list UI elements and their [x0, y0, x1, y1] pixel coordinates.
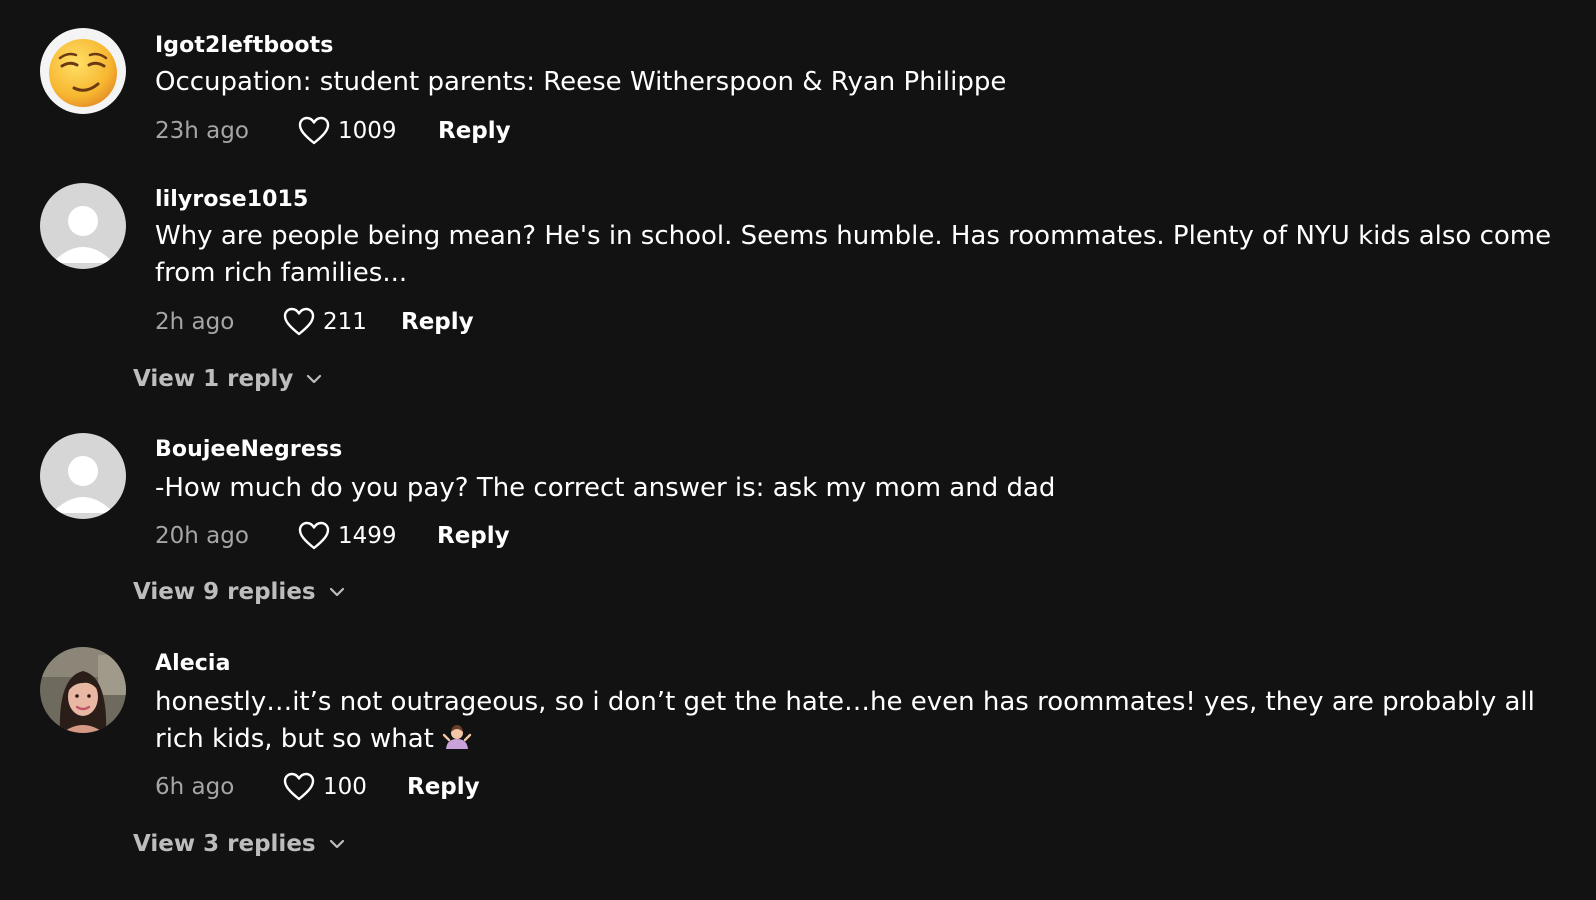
comment-text: Occupation: student parents: Reese Withe… — [155, 67, 1007, 97]
view-replies-button[interactable]: View 1 reply — [133, 366, 323, 392]
default-user-avatar[interactable] — [40, 183, 126, 269]
comment-text: Why are people being mean? He's in schoo… — [155, 221, 1552, 288]
comment-meta: 23h ago 1009 Reply — [155, 114, 511, 148]
profile-photo-avatar[interactable] — [40, 647, 126, 733]
smirk-emoji-icon — [40, 28, 126, 114]
default-user-avatar[interactable] — [40, 433, 126, 519]
comment-text: honestly…it’s not outrageous, so i don’t… — [155, 684, 1565, 758]
view-replies-label: View 9 replies — [133, 579, 316, 605]
comment-username[interactable]: lilyrose1015 — [155, 187, 308, 212]
like-count: 211 — [323, 309, 367, 335]
view-replies-label: View 3 replies — [133, 831, 316, 857]
view-replies-button[interactable]: View 3 replies — [133, 831, 346, 857]
reply-button[interactable]: Reply — [438, 118, 511, 144]
comment-username[interactable]: Igot2leftboots — [155, 33, 333, 58]
like-button[interactable]: 211 — [283, 307, 401, 337]
heart-icon — [298, 116, 330, 145]
comment-text-body: honestly…it’s not outrageous, so i don’t… — [155, 687, 1535, 754]
comment-timestamp: 23h ago — [155, 118, 249, 144]
like-count: 100 — [323, 774, 367, 800]
shrugging-person-emoji-icon — [442, 725, 472, 749]
view-replies-label: View 1 reply — [133, 366, 294, 392]
like-count: 1009 — [338, 118, 397, 144]
comment-text: -How much do you pay? The correct answer… — [155, 473, 1056, 503]
comment-meta: 6h ago 100 Reply — [155, 770, 480, 804]
like-button[interactable]: 100 — [283, 772, 407, 802]
comment-username[interactable]: Alecia — [155, 651, 231, 676]
smirking-face-emoji-avatar[interactable] — [40, 28, 126, 114]
comment-timestamp: 2h ago — [155, 309, 235, 335]
comment-timestamp: 6h ago — [155, 774, 235, 800]
heart-icon — [283, 307, 315, 336]
like-button[interactable]: 1009 — [298, 116, 438, 146]
comment-timestamp: 20h ago — [155, 523, 249, 549]
chevron-down-icon — [307, 374, 322, 384]
like-button[interactable]: 1499 — [298, 521, 437, 551]
reply-button[interactable]: Reply — [437, 523, 510, 549]
comment-meta: 2h ago 211 Reply — [155, 305, 474, 339]
heart-icon — [298, 521, 330, 550]
view-replies-button[interactable]: View 9 replies — [133, 579, 346, 605]
comment-meta: 20h ago 1499 Reply — [155, 519, 510, 553]
like-count: 1499 — [338, 523, 397, 549]
heart-icon — [283, 772, 315, 801]
profile-photo-icon — [40, 647, 126, 733]
chevron-down-icon — [329, 839, 344, 849]
reply-button[interactable]: Reply — [407, 774, 480, 800]
comment-username[interactable]: BoujeeNegress — [155, 437, 342, 462]
reply-button[interactable]: Reply — [401, 309, 474, 335]
chevron-down-icon — [329, 587, 344, 597]
user-silhouette-icon — [40, 183, 126, 269]
user-silhouette-icon — [40, 433, 126, 519]
